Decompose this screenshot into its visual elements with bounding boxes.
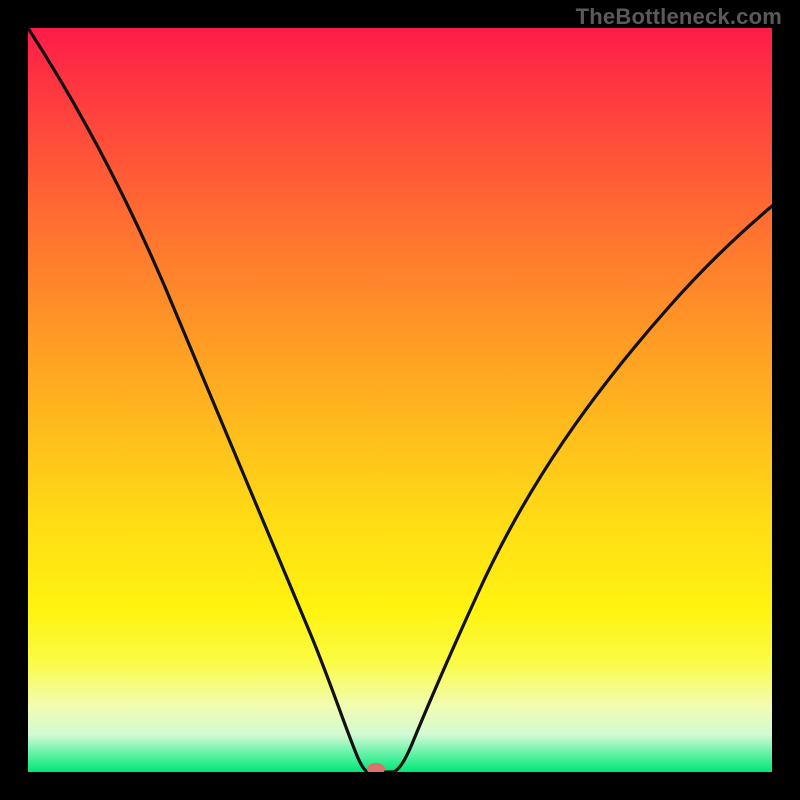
chart-frame: TheBottleneck.com — [0, 0, 800, 800]
bottleneck-curve — [28, 28, 772, 772]
plot-area — [28, 28, 772, 772]
curve-path — [28, 28, 772, 772]
watermark-text: TheBottleneck.com — [576, 4, 782, 30]
minimum-marker — [367, 763, 385, 772]
